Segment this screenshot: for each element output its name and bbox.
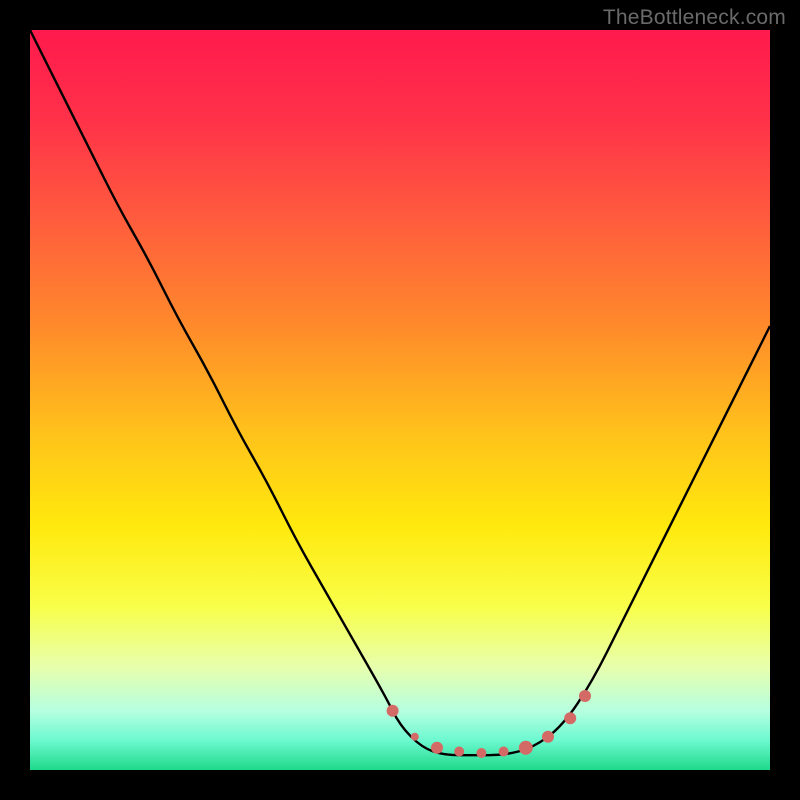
marker-dot [454,747,464,757]
marker-dot [411,733,419,741]
marker-dot [542,731,554,743]
marker-dot [387,705,399,717]
bottleneck-chart [30,30,770,770]
marker-dot [431,742,443,754]
watermark-text: TheBottleneck.com [603,6,786,30]
marker-dot [579,690,591,702]
marker-dot [499,747,509,757]
chart-background [30,30,770,770]
marker-dot [476,748,486,758]
marker-dot [564,712,576,724]
marker-dot [519,741,533,755]
